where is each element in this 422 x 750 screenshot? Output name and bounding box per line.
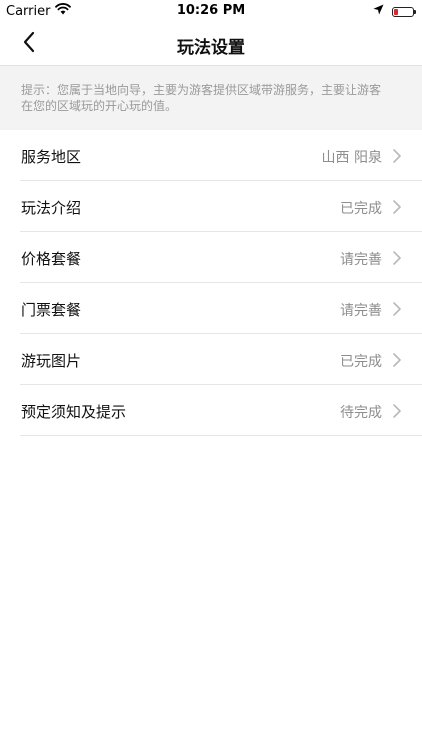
tip-banner: 提示：您属于当地向导，主要为游客提供区域带游服务，主要让游客 在您的区域玩的开心… (0, 66, 422, 130)
list-item-booking-notes[interactable]: 预定须知及提示 待完成 (20, 385, 422, 436)
list-item-label: 玩法介绍 (21, 199, 82, 217)
list-item-service-area[interactable]: 服务地区 山西 阳泉 (20, 130, 422, 181)
tip-text-line-1: 提示：您属于当地向导，主要为游客提供区域带游服务，主要让游客 (21, 83, 382, 97)
list-item-value: 已完成 (340, 354, 382, 370)
chevron-right-icon (390, 352, 402, 367)
list-item-price-package[interactable]: 价格套餐 请完善 (20, 232, 422, 283)
chevron-right-icon (390, 250, 402, 265)
list-item-ticket-package[interactable]: 门票套餐 请完善 (20, 283, 422, 334)
tip-text-line-2: 在您的区域玩的开心玩的值。 (21, 99, 178, 113)
battery-icon (392, 6, 416, 17)
list-item-value: 请完善 (340, 252, 382, 268)
navigation-bar: 玩法设置 (0, 22, 422, 66)
list-item-value: 待完成 (340, 405, 382, 421)
list-item-label: 游玩图片 (21, 352, 82, 370)
chevron-right-icon (390, 403, 402, 418)
list-item-label: 服务地区 (21, 148, 82, 166)
battery-level (394, 8, 398, 15)
status-indicators (373, 4, 416, 19)
list-item-value: 请完善 (340, 303, 382, 319)
list-item-label: 门票套餐 (21, 301, 82, 319)
status-time: 10:26 PM (176, 3, 246, 18)
list-item-label: 价格套餐 (21, 250, 82, 268)
status-bar: Carrier 10:26 PM (0, 0, 422, 22)
list-item-label: 预定须知及提示 (21, 403, 127, 421)
settings-list: 服务地区 山西 阳泉 玩法介绍 已完成 价格套餐 请完善 门票套餐 请完善 游玩… (0, 130, 422, 436)
battery-nub (414, 9, 416, 14)
chevron-right-icon (390, 148, 402, 163)
list-item-value: 山西 阳泉 (321, 150, 382, 166)
list-item-play-intro[interactable]: 玩法介绍 已完成 (20, 181, 422, 232)
chevron-right-icon (390, 301, 402, 316)
chevron-right-icon (390, 199, 402, 214)
list-item-play-photos[interactable]: 游玩图片 已完成 (20, 334, 422, 385)
list-item-value: 已完成 (340, 201, 382, 217)
location-arrow-icon (373, 4, 384, 19)
page-title: 玩法设置 (177, 38, 245, 58)
